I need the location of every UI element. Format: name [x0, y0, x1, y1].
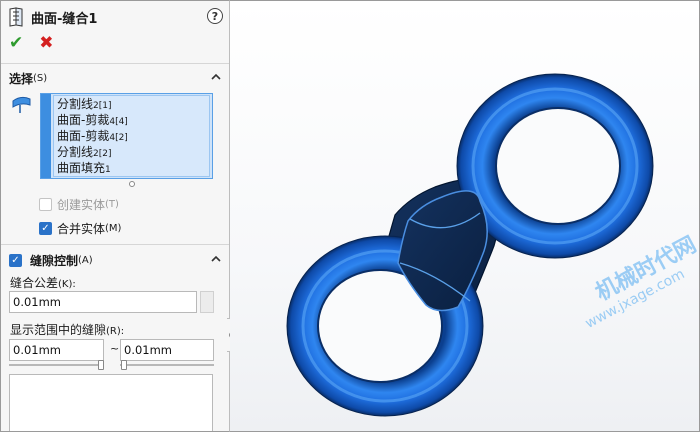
list-item[interactable]: 曲面-剪裁4[4] [54, 112, 209, 128]
range-min-slider-thumb[interactable] [98, 360, 104, 370]
list-item[interactable]: 分割线2[1] [54, 96, 209, 112]
list-item[interactable]: 分割线2[2] [54, 144, 209, 160]
selection-hotkey: (S) [33, 72, 48, 84]
ok-button[interactable]: ✔ [9, 34, 23, 52]
figure-eight-torus-model[interactable] [230, 1, 700, 432]
divider [1, 63, 229, 64]
range-label: 显示范围中的缝隙(R): [10, 323, 125, 337]
tolerance-spinner[interactable] [200, 291, 214, 313]
create-solid-checkbox [39, 198, 52, 211]
tolerance-label: 缝合公差(K): [10, 276, 76, 290]
selection-list-active-bar [41, 94, 51, 178]
merge-entities-checkbox-row: ✓ 合并实体 (M) [39, 220, 121, 237]
help-button[interactable]: ? [207, 8, 223, 24]
gap-list[interactable] [9, 374, 213, 431]
range-min-slider-track[interactable] [9, 364, 104, 366]
list-item[interactable]: 曲面-剪裁4[2] [54, 128, 209, 144]
selection-list-items: 分割线2[1] 曲面-剪裁4[4] 曲面-剪裁4[2] 分割线2[2] 曲面填充… [53, 95, 210, 177]
list-item[interactable]: 曲面填充1 [54, 160, 209, 176]
range-max-input[interactable]: 0.01mm [120, 339, 214, 361]
create-solid-hotkey: (T) [105, 199, 119, 210]
surface-select-icon [12, 96, 31, 113]
list-resize-handle[interactable] [129, 181, 135, 187]
create-solid-checkbox-row: 创建实体 (T) [39, 196, 119, 213]
range-min-input[interactable]: 0.01mm [9, 339, 104, 361]
create-solid-label: 创建实体 [57, 198, 106, 212]
divider [1, 244, 229, 245]
merge-entities-label: 合并实体 [57, 222, 106, 236]
merge-entities-hotkey: (M) [105, 223, 122, 234]
merge-entities-checkbox[interactable]: ✓ [39, 222, 52, 235]
property-manager-panel: 曲面-缝合1 ? ✔ ✖ 选择 (S) 分割线2[1] 曲面-剪裁4[4] 曲面-… [0, 0, 230, 432]
range-max-slider-thumb[interactable] [121, 360, 127, 370]
selection-list[interactable]: 分割线2[1] 曲面-剪裁4[4] 曲面-剪裁4[2] 分割线2[2] 曲面填充… [40, 93, 213, 179]
graphics-viewport[interactable]: 机械时代网 www.jxage.com [230, 0, 700, 432]
gap-control-title: 缝隙控制 [30, 253, 79, 268]
chevron-up-icon[interactable] [211, 254, 221, 264]
panel-header: 曲面-缝合1 ? [7, 6, 223, 28]
knit-surface-icon [9, 7, 23, 27]
selection-section-header[interactable]: 选择 (S) [9, 69, 223, 87]
gap-control-hotkey: (A) [78, 254, 93, 266]
panel-title: 曲面-缝合1 [31, 11, 98, 27]
cancel-button[interactable]: ✖ [39, 34, 53, 52]
selection-section-title: 选择 [9, 71, 34, 86]
gap-control-checkbox[interactable]: ✓ [9, 253, 22, 267]
tolerance-input[interactable]: 0.01mm [9, 291, 197, 313]
range-separator: ~ [110, 342, 120, 355]
upper-ring-hole [495, 107, 621, 225]
range-max-slider-track[interactable] [120, 364, 214, 366]
action-buttons: ✔ ✖ [9, 34, 54, 52]
chevron-up-icon[interactable] [211, 72, 221, 82]
gap-control-section-header[interactable]: ✓ 缝隙控制 (A) [9, 251, 223, 269]
